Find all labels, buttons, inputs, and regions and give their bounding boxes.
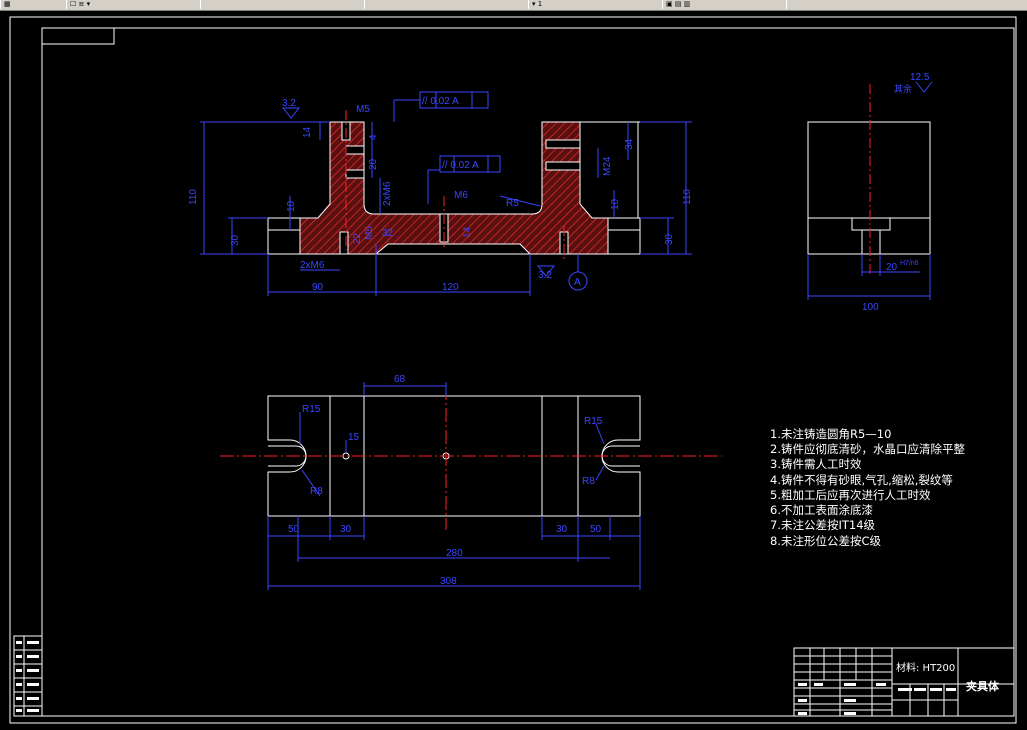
dim-308: 308 — [440, 576, 457, 587]
dim-34: 34 — [624, 138, 635, 150]
dim-30-right: 30 — [556, 524, 568, 535]
dim-30-left: 30 — [230, 234, 241, 246]
toolbar-cell[interactable]: ▦ — [0, 0, 67, 9]
dim-22: 22 — [352, 232, 363, 244]
note-line: 7.未注公差按IT14级 — [770, 518, 876, 532]
note-line: 3.铸件需人工时效 — [770, 457, 862, 471]
toolbar-cell[interactable]: ▾ 1 — [528, 0, 663, 9]
title-part-name: 夹具体 — [966, 679, 1000, 693]
toolbar: ▦ ☐ ≡ ▾ ▾ 1 ▣ ▤ ▥ — [0, 0, 1027, 11]
dim-110-left: 110 — [188, 189, 199, 205]
dim-14: 14 — [302, 126, 313, 138]
roughness-3.2-a: 3.2 — [282, 98, 296, 109]
roughness-3.2-b: 3.2 — [538, 270, 552, 281]
dim-m5-top: M5 — [356, 104, 370, 115]
toolbar-cell[interactable]: ☐ ≡ ▾ — [66, 0, 201, 9]
technical-notes: 1.未注铸造圆角R5—10 2.铸件应彻底清砂，水晶口应清除平整 3.铸件需人工… — [770, 427, 965, 548]
dim-50-left: 50 — [288, 524, 300, 535]
toolbar-cell[interactable] — [200, 0, 365, 9]
dim-50-right: 50 — [590, 524, 602, 535]
note-line: 1.未注铸造圆角R5—10 — [770, 427, 891, 441]
title-block[interactable]: 材料: HT200 夹具体 — [793, 647, 1015, 717]
side-view[interactable]: 12.5 其余 100 20 H7/n6 — [807, 72, 933, 313]
dim-m24: M24 — [602, 156, 613, 176]
dim-2xm6: 2xM6 — [300, 260, 325, 271]
dim-r15-left: R15 — [302, 404, 321, 415]
dim-32: 32 — [382, 228, 394, 239]
dim-20: 20 — [368, 158, 379, 170]
dim-r5: R5 — [506, 198, 519, 209]
sheet-border — [9, 16, 1017, 724]
dim-10-right: 10 — [610, 198, 621, 210]
dim-m6: M6 — [454, 190, 468, 201]
tolerance-frame-1: // 0.02 A — [422, 96, 459, 107]
dim-15: 15 — [348, 432, 360, 443]
dim-20-fit: 20 — [886, 262, 898, 273]
dim-4: 4 — [368, 134, 379, 140]
plan-view[interactable]: 68 R15 R15 15 R8 R8 50 30 30 50 280 308 — [220, 374, 722, 590]
dim-90: 90 — [312, 282, 324, 293]
dim-r15-right: R15 — [584, 416, 603, 427]
dim-r8-left: R8 — [310, 486, 323, 497]
title-material: 材料: HT200 — [896, 661, 955, 674]
tolerance-frame-2: // 0.02 A — [442, 160, 479, 171]
toolbar-cell[interactable] — [786, 0, 1027, 9]
note-line: 8.未注形位公差按C级 — [770, 534, 882, 548]
fit-h7n6: H7/n6 — [900, 260, 919, 267]
toolbar-cell[interactable]: ▣ ▤ ▥ — [662, 0, 787, 9]
dim-30-left: 30 — [340, 524, 352, 535]
front-view[interactable]: 110 30 10 14 20 4 M5 // 0.02 A // 0.02 A… — [188, 91, 693, 296]
note-line: 2.铸件应彻底清砂，水晶口应清除平整 — [770, 442, 965, 456]
note-line: 6.不加工表面涂底漆 — [770, 503, 873, 517]
note-line: 4.铸件不得有砂眼,气孔,缩松,裂纹等 — [770, 473, 953, 487]
roughness-12.5: 12.5 — [910, 72, 930, 83]
margin-revision-table — [13, 635, 43, 717]
dim-30-right: 30 — [664, 233, 675, 245]
dim-2xm6-h: 2xM6 — [382, 181, 393, 206]
roughness-remain: 其余 — [894, 83, 912, 94]
toolbar-cell[interactable] — [364, 0, 529, 9]
dim-10-left: 10 — [286, 200, 297, 212]
dim-280: 280 — [446, 548, 463, 559]
dim-14b: 14 — [462, 226, 473, 238]
dim-110-right: 110 — [682, 189, 693, 205]
dim-68: 68 — [394, 374, 406, 385]
dim-120: 120 — [442, 282, 459, 293]
datum-a: A — [574, 277, 581, 288]
dim-r8-right: R8 — [582, 476, 595, 487]
note-line: 5.粗加工后应再次进行人工时效 — [770, 488, 931, 502]
drawing-canvas[interactable]: 110 30 10 14 20 4 M5 // 0.02 A // 0.02 A… — [0, 11, 1027, 730]
dim-100: 100 — [862, 302, 879, 313]
dim-m5-small: M5 — [364, 226, 375, 240]
